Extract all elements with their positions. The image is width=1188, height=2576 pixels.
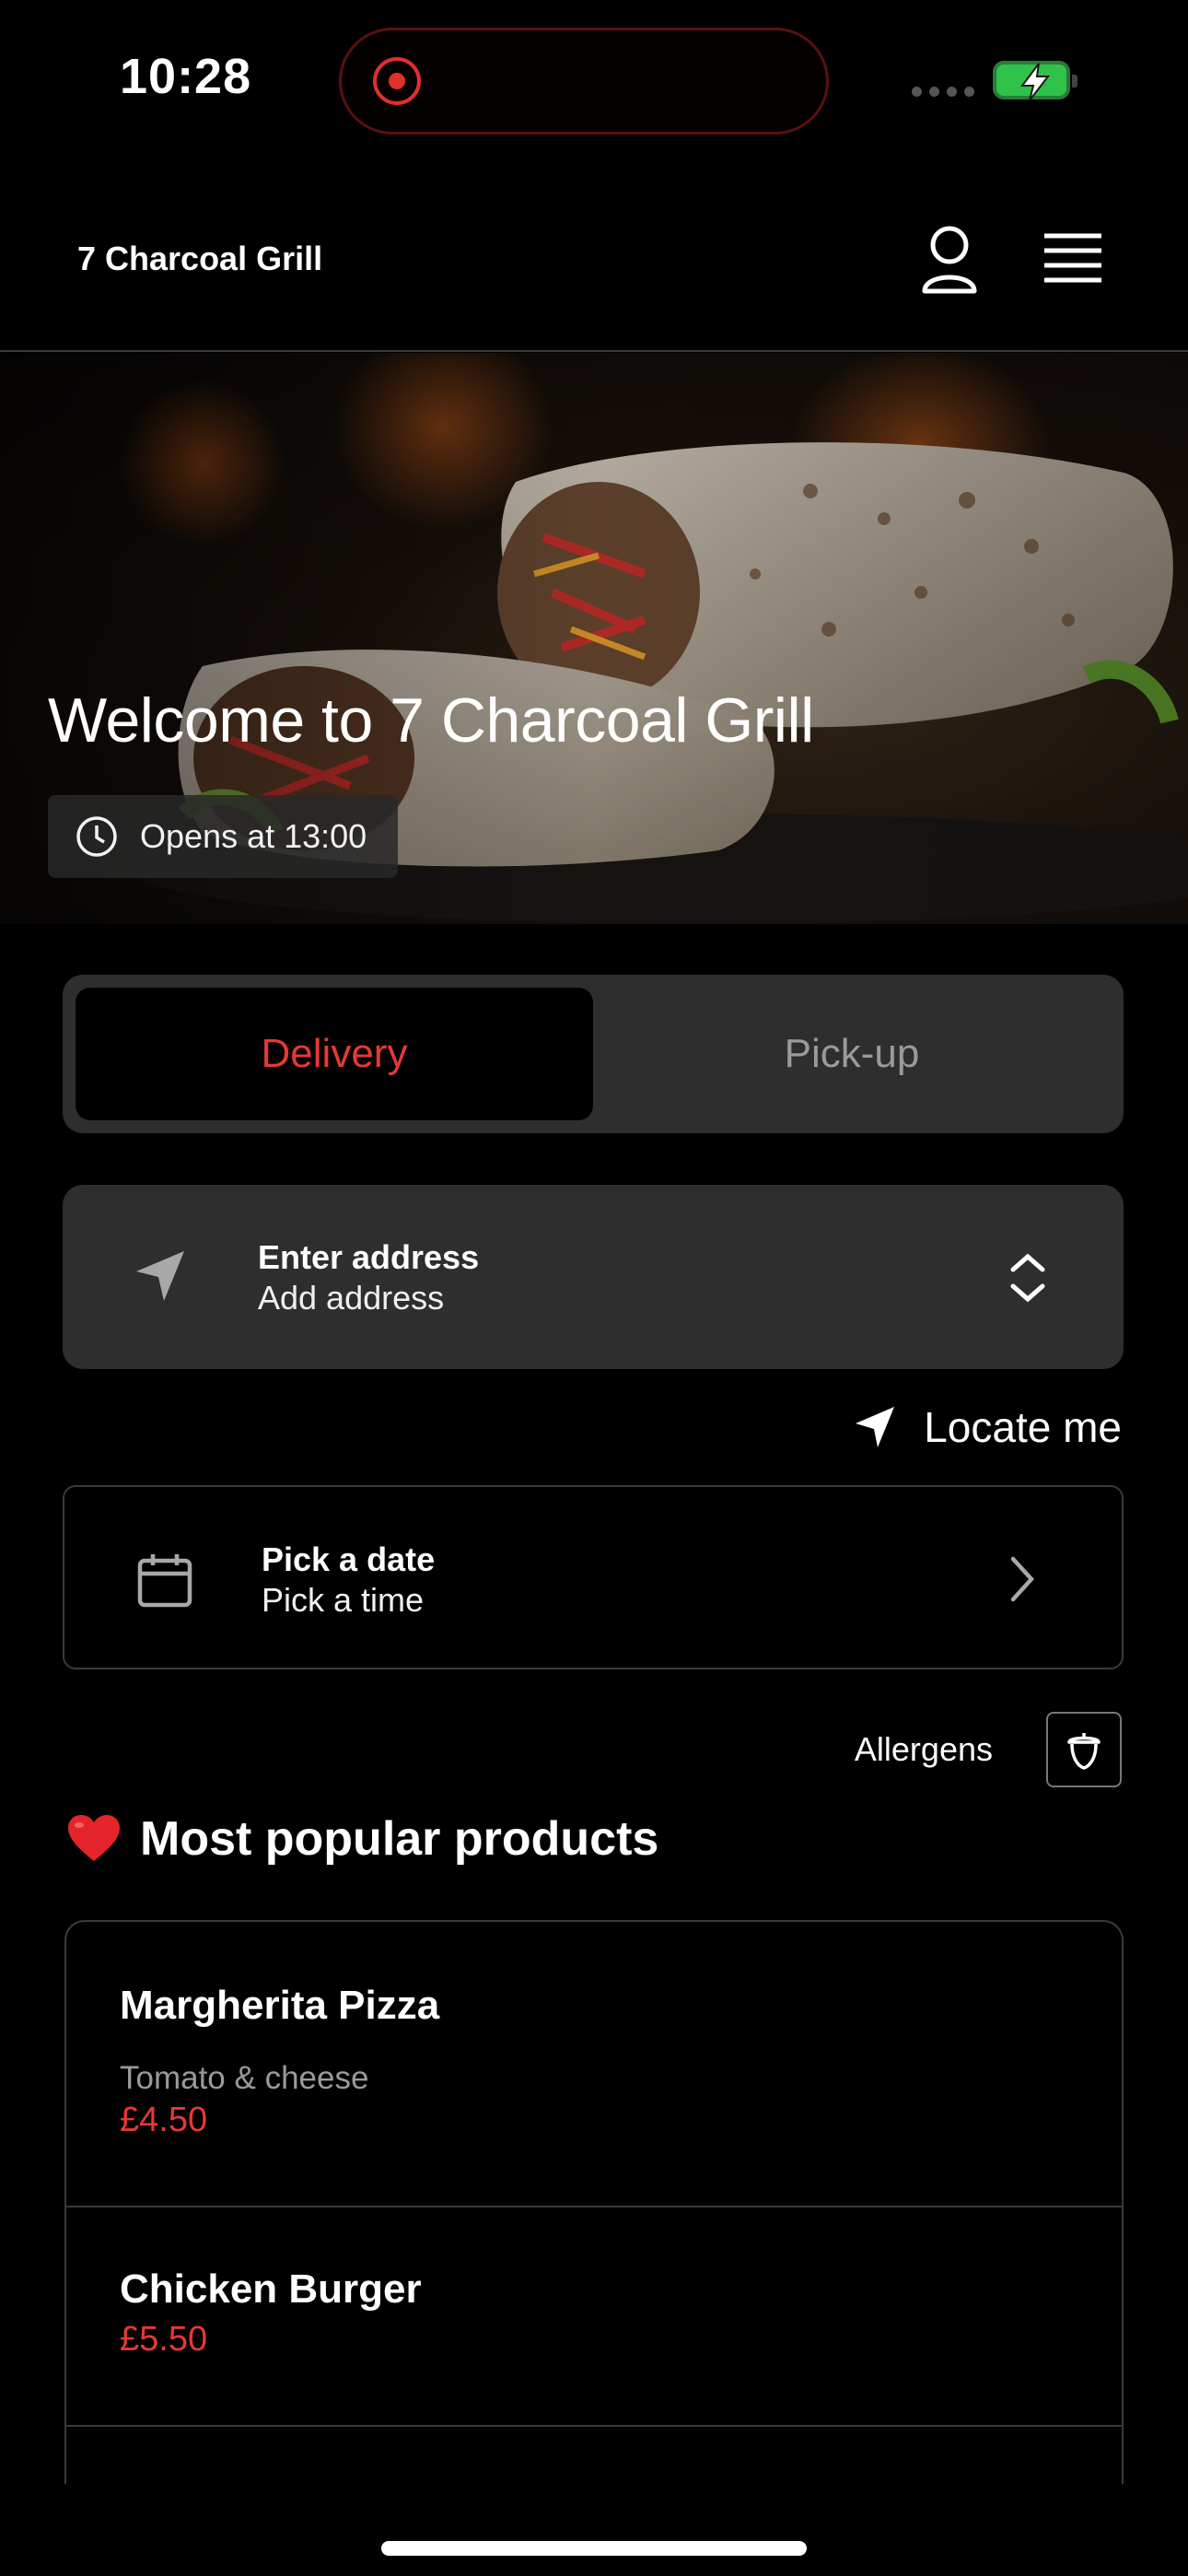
- hero-title: Welcome to 7 Charcoal Grill: [48, 685, 814, 755]
- app-header: 7 Charcoal Grill: [0, 184, 1188, 352]
- chevron-right-icon: [1010, 1556, 1035, 1602]
- allergens-label: Allergens: [854, 1730, 993, 1768]
- address-subtitle: Add address: [258, 1279, 445, 1317]
- page: 10:28 7 Charcoal Grill Welcome to 7 Char…: [0, 0, 1188, 2576]
- status-bar: 10:28: [0, 0, 1188, 166]
- popular-products-title: Most popular products: [66, 1811, 658, 1867]
- popular-products-list: Margherita Pizza Tomato & cheese £4.50 C…: [64, 1920, 1124, 2484]
- recording-icon: [373, 57, 421, 105]
- heart-icon: [68, 1815, 120, 1861]
- brand-name[interactable]: 7 Charcoal Grill: [77, 240, 322, 278]
- user-icon[interactable]: [917, 225, 982, 299]
- order-mode-toggle: Delivery Pick-up: [63, 975, 1124, 1133]
- calendar-icon: [137, 1554, 192, 1608]
- product-description: Tomato & cheese: [120, 2060, 369, 2096]
- opening-hours-text: Opens at 13:00: [140, 817, 367, 855]
- dynamic-island: [339, 28, 829, 135]
- pickup-tab[interactable]: Pick-up: [593, 988, 1111, 1120]
- product-name: Margherita Pizza: [120, 1983, 440, 2028]
- locate-me-label: Locate me: [924, 1403, 1122, 1451]
- product-price: £4.50: [120, 2101, 208, 2139]
- battery-icon: [993, 61, 1077, 101]
- status-time: 10:28: [120, 49, 252, 104]
- date-title: Pick a date: [262, 1540, 436, 1578]
- location-arrow-icon: [856, 1407, 895, 1447]
- chevron-up-down-icon: [1010, 1253, 1045, 1303]
- product-card[interactable]: Margherita Pizza Tomato & cheese £4.50: [66, 1922, 1122, 2207]
- time-subtitle: Pick a time: [262, 1581, 425, 1619]
- signal-icon: [912, 87, 974, 97]
- schedule-selector[interactable]: Pick a date Pick a time: [63, 1485, 1124, 1669]
- product-name: Chicken Burger: [120, 2266, 422, 2312]
- address-title: Enter address: [258, 1238, 480, 1276]
- location-arrow-icon: [136, 1251, 184, 1301]
- hero-banner: Welcome to 7 Charcoal Grill Opens at 13:…: [0, 353, 1188, 924]
- locate-me-button[interactable]: Locate me: [854, 1402, 1122, 1452]
- hamburger-menu-icon[interactable]: [1041, 228, 1105, 295]
- product-card[interactable]: Chicken Burger £5.50: [66, 2207, 1122, 2427]
- popular-products-label: Most popular products: [140, 1812, 659, 1866]
- product-price: £5.50: [120, 2320, 208, 2359]
- delivery-tab[interactable]: Delivery: [76, 988, 593, 1120]
- home-indicator[interactable]: [381, 2541, 807, 2556]
- opening-hours-badge: Opens at 13:00: [48, 795, 398, 878]
- clock-icon: [76, 816, 117, 857]
- allergens-row: Allergens: [855, 1712, 1122, 1787]
- allergens-button[interactable]: [1046, 1712, 1122, 1787]
- address-selector[interactable]: Enter address Add address: [63, 1185, 1124, 1369]
- acorn-icon: [1067, 1733, 1101, 1770]
